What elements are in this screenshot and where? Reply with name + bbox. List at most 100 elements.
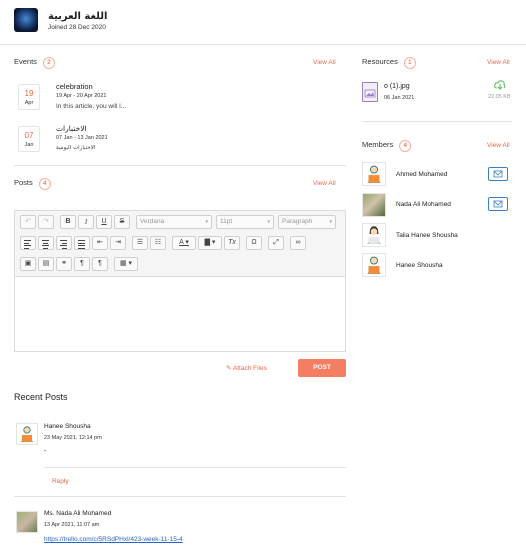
format-value: Paragraph (282, 218, 313, 225)
posts-title: Posts (14, 178, 33, 187)
members-view-all[interactable]: View All (487, 142, 510, 149)
align-center-icon[interactable] (38, 236, 54, 250)
member-name[interactable]: Talia Hanee Shousha (396, 232, 458, 239)
attach-files-link[interactable]: ✎ Attach Files (226, 364, 267, 372)
events-count: 2 (42, 57, 55, 69)
recent-posts-title: Recent Posts (14, 392, 68, 402)
group-title: اللغة العربية (48, 11, 108, 22)
event-date-box: 07 Jan (18, 126, 40, 152)
photo-avatar (363, 194, 385, 216)
message-button[interactable] (488, 197, 508, 211)
font-size-value: 11pt (220, 218, 233, 225)
event-desc: In this article, you will l... (56, 103, 127, 110)
strikethrough-icon[interactable]: S (114, 215, 130, 229)
member-name[interactable]: Hanee Shousha (396, 262, 443, 269)
paperclip-icon: ✎ (226, 365, 232, 372)
table-icon[interactable]: ▦ ▾ (114, 257, 138, 271)
post-author[interactable]: Ms. Nada Ali Mohamed (44, 510, 111, 517)
resources-view-all[interactable]: View All (487, 59, 510, 66)
align-left-icon[interactable] (20, 236, 36, 250)
lines (78, 240, 85, 250)
event-day: 07 (24, 131, 34, 140)
members-title: Members (362, 140, 394, 149)
redo-icon[interactable]: ↷ (38, 215, 54, 229)
event-title[interactable]: الاختبارات (56, 124, 87, 133)
special-char-icon[interactable]: Ω (246, 236, 262, 250)
event-date-box: 19 Apr (18, 84, 40, 110)
image-file-glyph (364, 89, 376, 98)
resources-header: Resources 1 (362, 57, 416, 69)
post-button[interactable]: POST (298, 359, 346, 377)
member-name[interactable]: Nada Ali Mohamed (396, 201, 451, 208)
editor-toolbar: ↶ ↷ B I U S Verdana ▾ 11pt ▾ Paragraph ▾ ⇤ … (15, 211, 345, 277)
resources-divider (362, 121, 512, 122)
posts-header: Posts 4 (14, 178, 51, 190)
envelope-icon (493, 170, 503, 178)
avatar[interactable] (362, 223, 386, 247)
italic-icon[interactable]: I (78, 215, 94, 229)
underline-icon[interactable]: U (96, 215, 112, 229)
events-header: Events 2 (14, 57, 55, 69)
rtl-icon[interactable]: ¶ (92, 257, 108, 271)
lines (60, 240, 67, 250)
reply-link[interactable]: Reply (52, 478, 69, 485)
avatar[interactable] (362, 193, 386, 217)
file-name[interactable]: o (1).jpg (384, 83, 410, 90)
link-icon[interactable]: ∞ (290, 236, 306, 250)
post-time: 13 Apr 2021, 11:07 am (44, 522, 100, 528)
group-avatar (14, 8, 38, 32)
avatar[interactable] (16, 511, 38, 533)
post-link[interactable]: https://trello.com/c/5RSdPHxl/423-week-1… (44, 536, 183, 543)
user-avatar-icon (367, 256, 381, 274)
image-icon[interactable]: ▣ (20, 257, 36, 271)
user-avatar-icon (21, 426, 33, 442)
members-count: 4 (399, 140, 412, 152)
envelope-icon (493, 200, 503, 208)
undo-icon[interactable]: ↶ (20, 215, 36, 229)
lines (42, 240, 49, 250)
media-icon[interactable]: ▤ (38, 257, 54, 271)
bold-icon[interactable]: B (60, 215, 76, 229)
format-select[interactable]: Paragraph ▾ (278, 215, 336, 229)
download-cloud-glyph (494, 80, 506, 90)
resources-count: 1 (403, 57, 416, 69)
event-day: 19 (24, 89, 34, 98)
numbered-list-icon[interactable]: ☰ (132, 236, 148, 250)
post-author[interactable]: Hanee Shousha (44, 423, 91, 430)
indent-icon[interactable]: ⇥ (110, 236, 126, 250)
events-view-all[interactable]: View All (313, 59, 336, 66)
outdent-icon[interactable]: ⇤ (92, 236, 108, 250)
event-title[interactable]: celebration (56, 82, 93, 91)
ltr-icon[interactable]: ¶ (74, 257, 90, 271)
download-cloud-icon[interactable] (494, 80, 506, 92)
font-size-select[interactable]: 11pt ▾ (216, 215, 274, 229)
event-date: 19 Apr - 20 Apr 2021 (56, 93, 107, 99)
post-time: 23 May 2021, 12:14 pm (44, 435, 102, 441)
avatar[interactable] (362, 253, 386, 277)
header-divider (0, 44, 526, 45)
avatar[interactable] (362, 162, 386, 186)
bullet-list-icon[interactable]: ☷ (150, 236, 166, 250)
chevron-down-icon: ▾ (205, 219, 208, 225)
event-date: 07 Jan - 13 Jan 2021 (56, 135, 108, 141)
event-desc: الاختبارات اليومية (56, 145, 96, 151)
group-joined: Joined 28 Dec 2020 (48, 24, 106, 31)
avatar[interactable] (16, 423, 38, 445)
members-header: Members 4 (362, 140, 412, 152)
member-name[interactable]: Ahmed Mohamed (396, 171, 447, 178)
clear-format-icon[interactable]: Tx (224, 236, 240, 250)
fullscreen-icon[interactable]: ⤢ (268, 236, 284, 250)
align-justify-icon[interactable] (74, 236, 90, 250)
photo-avatar (17, 512, 37, 532)
file-size: 22.05 KB (488, 94, 511, 100)
chain-link-icon[interactable]: ⚭ (56, 257, 72, 271)
font-family-select[interactable]: Verdana ▾ (136, 215, 212, 229)
text-color-icon[interactable]: A ▾ (172, 236, 196, 250)
message-button[interactable] (488, 167, 508, 181)
background-color-icon[interactable]: ▇ ▾ (198, 236, 222, 250)
posts-view-all[interactable]: View All (313, 180, 336, 187)
post-editor[interactable]: ↶ ↷ B I U S Verdana ▾ 11pt ▾ Paragraph ▾ ⇤ … (14, 210, 346, 352)
align-right-icon[interactable] (56, 236, 72, 250)
lines (24, 240, 31, 250)
post-divider (44, 467, 346, 468)
